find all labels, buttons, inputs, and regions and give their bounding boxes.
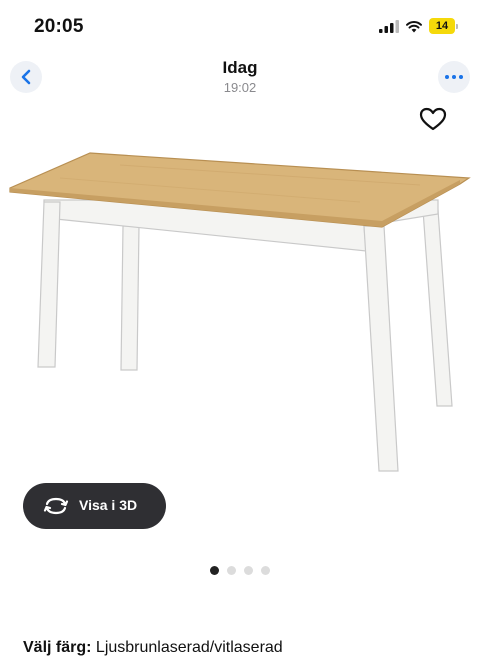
image-pager xyxy=(0,566,480,575)
table-leg-back-right xyxy=(422,209,453,407)
table-leg-front-right xyxy=(363,225,399,472)
status-bar: 20:05 14 xyxy=(0,0,480,52)
status-time: 20:05 xyxy=(34,16,84,37)
table-leg-front-left xyxy=(37,201,61,368)
ellipsis-icon xyxy=(445,75,463,79)
nav-subtitle: 19:02 xyxy=(223,80,257,95)
nav-bar: Idag 19:02 xyxy=(0,52,480,102)
battery-indicator: 14 xyxy=(429,18,458,34)
table-leg-back-left xyxy=(120,225,140,371)
cellular-signal-icon xyxy=(379,19,399,33)
battery-tip xyxy=(456,23,458,29)
rotate-3d-icon xyxy=(43,497,69,515)
pager-dot[interactable] xyxy=(261,566,270,575)
color-label: Välj färg: xyxy=(23,639,92,656)
view-in-3d-button[interactable]: Visa i 3D xyxy=(23,483,166,529)
more-options-button[interactable] xyxy=(438,61,470,93)
battery-level: 14 xyxy=(429,18,455,34)
nav-title: Idag xyxy=(222,58,258,77)
heart-icon xyxy=(419,107,447,131)
pager-dot[interactable] xyxy=(210,566,219,575)
view-in-3d-label: Visa i 3D xyxy=(79,497,138,513)
pager-dot[interactable] xyxy=(227,566,236,575)
color-value: Ljusbrunlaserad/vitlaserad xyxy=(95,639,283,656)
wifi-icon xyxy=(406,20,422,32)
color-selection[interactable]: Välj färg: Ljusbrunlaserad/vitlaserad xyxy=(23,639,283,657)
favorite-button[interactable] xyxy=(419,106,447,132)
status-icons: 14 xyxy=(379,18,458,34)
pager-dot[interactable] xyxy=(244,566,253,575)
product-image-table xyxy=(9,152,471,472)
